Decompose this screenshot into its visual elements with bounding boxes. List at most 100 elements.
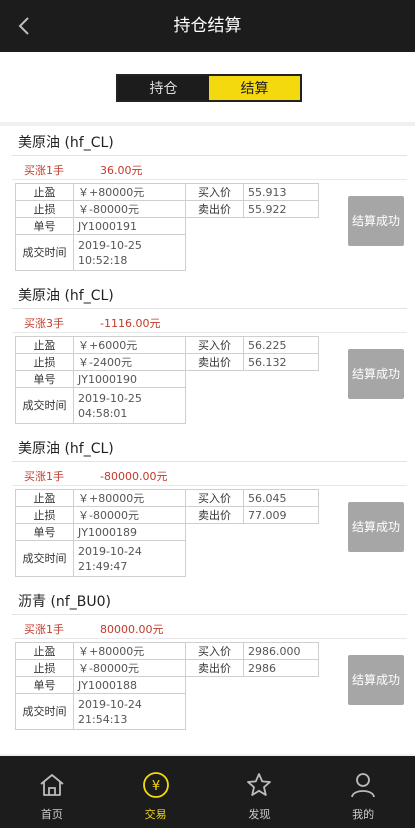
divider	[12, 485, 407, 486]
stop-loss-label: 止损	[15, 353, 74, 371]
user-icon	[349, 770, 377, 800]
trade-direction: 买涨3手	[24, 317, 64, 330]
take-profit-value: ￥+80000元	[73, 183, 186, 201]
stop-loss-label: 止损	[15, 659, 74, 677]
deal-time-label: 成交时间	[15, 540, 74, 577]
take-profit-label: 止盈	[15, 183, 74, 201]
deal-date: 2019-10-25	[78, 391, 142, 405]
sell-price-value: 77.009	[243, 506, 319, 524]
deal-time-label: 成交时间	[15, 234, 74, 271]
nav-profile[interactable]: 我的	[311, 756, 415, 828]
deal-clock: 21:54:13	[78, 712, 128, 726]
nav-discover-label: 发现	[248, 808, 271, 821]
buy-price-value: 2986.000	[243, 642, 319, 660]
nav-trade-label: 交易	[144, 808, 167, 821]
divider	[12, 332, 407, 333]
order-no-value: JY1000188	[73, 676, 186, 694]
star-icon	[245, 770, 273, 800]
contract-name: 美原油 (hf_CL)	[18, 441, 114, 457]
nav-home[interactable]: 首页	[0, 756, 104, 828]
divider	[12, 614, 407, 615]
svg-text:¥: ¥	[151, 779, 159, 794]
deal-time-value: 2019-10-25 10:52:18	[73, 234, 186, 271]
divider	[12, 461, 407, 462]
buy-price-label: 买入价	[185, 489, 244, 507]
app-header: 持仓结算	[0, 0, 415, 52]
segment-bar: 持仓 结算	[0, 52, 415, 122]
trade-card: 美原油 (hf_CL) 买涨3手 -1116.00元 止盈 ￥+6000元 买入…	[0, 279, 415, 432]
trade-detail-table: 止盈 ￥+6000元 买入价 56.225 止损 ￥-2400元 卖出价 56.…	[15, 336, 319, 424]
divider	[12, 308, 407, 309]
trade-detail-table: 止盈 ￥+80000元 买入价 56.045 止损 ￥-80000元 卖出价 7…	[15, 489, 319, 577]
buy-price-value: 56.225	[243, 336, 319, 354]
deal-clock: 04:58:01	[78, 406, 128, 420]
settled-badge[interactable]: 结算 成功	[348, 655, 404, 705]
deal-date: 2019-10-24	[78, 697, 142, 711]
sell-price-value: 55.922	[243, 200, 319, 218]
buy-price-value: 56.045	[243, 489, 319, 507]
settled-badge[interactable]: 结算 成功	[348, 349, 404, 399]
take-profit-value: ￥+80000元	[73, 489, 186, 507]
sell-price-value: 56.132	[243, 353, 319, 371]
stop-loss-value: ￥-80000元	[73, 659, 186, 677]
take-profit-value: ￥+6000元	[73, 336, 186, 354]
take-profit-label: 止盈	[15, 642, 74, 660]
tab-settlement[interactable]: 结算	[209, 76, 300, 100]
take-profit-value: ￥+80000元	[73, 642, 186, 660]
settled-badge[interactable]: 结算 成功	[348, 502, 404, 552]
deal-date: 2019-10-24	[78, 544, 142, 558]
order-no-value: JY1000190	[73, 370, 186, 388]
yen-coin-icon: ¥	[142, 770, 170, 800]
order-no-label: 单号	[15, 523, 74, 541]
buy-price-label: 买入价	[185, 183, 244, 201]
trade-direction: 买涨1手	[24, 470, 64, 483]
deal-time-value: 2019-10-25 04:58:01	[73, 387, 186, 424]
home-icon	[38, 770, 66, 800]
stop-loss-label: 止损	[15, 200, 74, 218]
sell-price-label: 卖出价	[185, 659, 244, 677]
contract-name: 美原油 (hf_CL)	[18, 135, 114, 151]
deal-time-value: 2019-10-24 21:54:13	[73, 693, 186, 730]
deal-clock: 10:52:18	[78, 253, 128, 267]
sell-price-value: 2986	[243, 659, 319, 677]
profit-loss: -80000.00元	[100, 470, 168, 483]
trade-card: 美原油 (hf_CL) 买涨1手 -80000.00元 止盈 ￥+80000元 …	[0, 432, 415, 585]
sell-price-label: 卖出价	[185, 353, 244, 371]
divider	[12, 638, 407, 639]
deal-time-label: 成交时间	[15, 693, 74, 730]
order-no-label: 单号	[15, 370, 74, 388]
profit-loss: -1116.00元	[100, 317, 161, 330]
settled-badge[interactable]: 结算 成功	[348, 196, 404, 246]
deal-clock: 21:49:47	[78, 559, 128, 573]
order-no-label: 单号	[15, 217, 74, 235]
take-profit-label: 止盈	[15, 489, 74, 507]
divider	[12, 179, 407, 180]
trade-detail-table: 止盈 ￥+80000元 买入价 55.913 止损 ￥-80000元 卖出价 5…	[15, 183, 319, 271]
trade-card: 美原油 (hf_CL) 买涨1手 36.00元 止盈 ￥+80000元 买入价 …	[0, 126, 415, 279]
profit-loss: 36.00元	[100, 164, 143, 177]
bottom-nav: 首页 ¥ 交易 发现 我的	[0, 756, 415, 828]
stop-loss-value: ￥-80000元	[73, 506, 186, 524]
trade-direction: 买涨1手	[24, 164, 64, 177]
nav-discover[interactable]: 发现	[208, 756, 312, 828]
tab-holding[interactable]: 持仓	[118, 76, 209, 100]
sell-price-label: 卖出价	[185, 200, 244, 218]
nav-profile-label: 我的	[352, 808, 375, 821]
stop-loss-value: ￥-2400元	[73, 353, 186, 371]
trade-detail-table: 止盈 ￥+80000元 买入价 2986.000 止损 ￥-80000元 卖出价…	[15, 642, 319, 730]
stop-loss-label: 止损	[15, 506, 74, 524]
deal-time-label: 成交时间	[15, 387, 74, 424]
contract-name: 美原油 (hf_CL)	[18, 288, 114, 304]
deal-date: 2019-10-25	[78, 238, 142, 252]
nav-trade[interactable]: ¥ 交易	[104, 756, 208, 828]
deal-time-value: 2019-10-24 21:49:47	[73, 540, 186, 577]
trade-card: 沥青 (nf_BU0) 买涨1手 80000.00元 止盈 ￥+80000元 买…	[0, 585, 415, 738]
stop-loss-value: ￥-80000元	[73, 200, 186, 218]
order-no-value: JY1000191	[73, 217, 186, 235]
page-title: 持仓结算	[173, 16, 242, 36]
segment-control: 持仓 结算	[116, 74, 302, 102]
contract-name: 沥青 (nf_BU0)	[18, 594, 111, 610]
order-no-value: JY1000189	[73, 523, 186, 541]
buy-price-label: 买入价	[185, 642, 244, 660]
order-no-label: 单号	[15, 676, 74, 694]
